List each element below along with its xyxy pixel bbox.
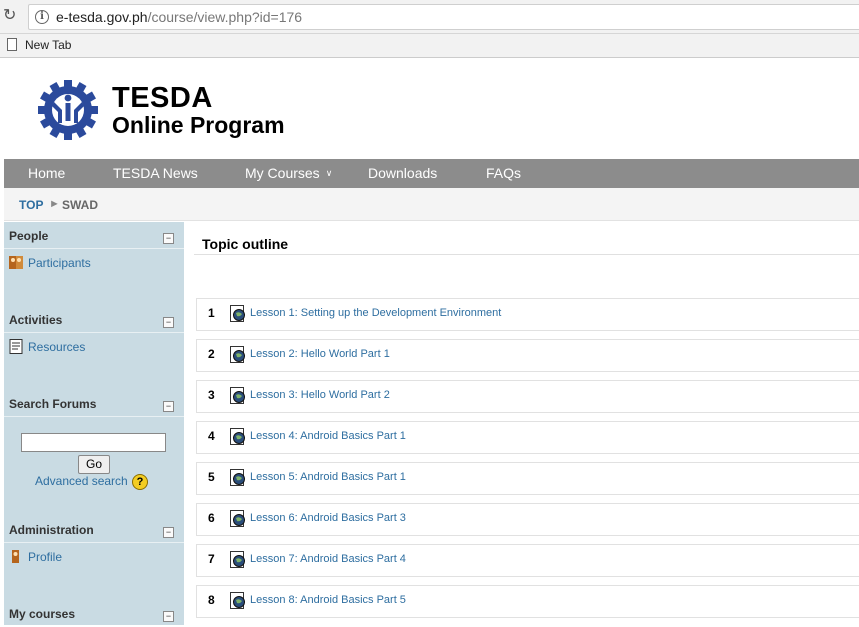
lesson-link[interactable]: Lesson 7: Android Basics Part 4 (250, 553, 406, 565)
block-title-my-courses: My courses (9, 607, 76, 621)
lesson-row: 7 Lesson 7: Android Basics Part 4 (196, 544, 859, 577)
web-page-icon (230, 510, 246, 527)
divider (194, 254, 859, 255)
participants-icon (9, 256, 23, 269)
advanced-search-link[interactable]: Advanced search (35, 474, 128, 488)
block-title-people: People (9, 229, 49, 243)
search-forums-input[interactable] (21, 433, 166, 452)
page-icon (7, 38, 17, 51)
lesson-row: 8 Lesson 8: Android Basics Part 5 (196, 585, 859, 618)
block-title-admin: Administration (9, 523, 94, 537)
lesson-link[interactable]: Lesson 8: Android Basics Part 5 (250, 594, 406, 606)
block-administration: Administration − Profile (4, 516, 184, 600)
block-header: Activities − (4, 306, 184, 333)
profile-icon (12, 550, 19, 563)
web-page-icon (230, 551, 246, 568)
collapse-icon[interactable]: − (163, 611, 174, 622)
url-path: /course/view.php?id=176 (147, 9, 303, 25)
brand-title: TESDA (112, 82, 213, 114)
main-nav: Home TESDA News My Courses ∨ Downloads FA… (4, 159, 859, 188)
lesson-number: 3 (208, 388, 215, 402)
block-header: My courses − (4, 600, 184, 627)
url-host: e-tesda.gov.ph (56, 9, 148, 25)
lesson-link[interactable]: Lesson 3: Hello World Part 2 (250, 389, 390, 401)
block-header: Administration − (4, 516, 184, 543)
block-my-courses: My courses − (4, 600, 184, 625)
bookmark-new-tab[interactable]: New Tab (25, 38, 71, 52)
lesson-row: 1 Lesson 1: Setting up the Development En… (196, 298, 859, 331)
resources-icon (9, 339, 23, 354)
page-frame: TESDA Online Program Home TESDA News My … (4, 58, 859, 625)
lesson-number: 6 (208, 511, 215, 525)
lesson-link[interactable]: Lesson 4: Android Basics Part 1 (250, 430, 406, 442)
block-search-forums: Search Forums − Go Advanced search ? (4, 390, 184, 516)
site-info-icon[interactable]: i (35, 10, 49, 24)
web-page-icon (230, 428, 246, 445)
web-page-icon (230, 469, 246, 486)
block-title-search: Search Forums (9, 397, 97, 411)
web-page-icon (230, 305, 246, 322)
lesson-link[interactable]: Lesson 6: Android Basics Part 3 (250, 512, 406, 524)
chevron-down-icon: ∨ (325, 168, 333, 178)
nav-my-courses-label: My Courses (245, 165, 320, 181)
lesson-link[interactable]: Lesson 2: Hello World Part 1 (250, 348, 390, 360)
collapse-icon[interactable]: − (163, 527, 174, 538)
lesson-link[interactable]: Lesson 5: Android Basics Part 1 (250, 471, 406, 483)
participants-link[interactable]: Participants (28, 256, 91, 270)
block-activities: Activities − Resources (4, 306, 184, 390)
address-bar-area: ↻ i e-tesda.gov.ph/course/view.php?id=17… (0, 0, 859, 34)
collapse-icon[interactable]: − (163, 401, 174, 412)
lesson-row: 3 Lesson 3: Hello World Part 2 (196, 380, 859, 413)
go-button[interactable]: Go (78, 455, 110, 474)
page: TESDA Online Program Home TESDA News My … (0, 58, 859, 625)
breadcrumb: TOP ► SWAD (4, 188, 859, 221)
lesson-row: 6 Lesson 6: Android Basics Part 3 (196, 503, 859, 536)
url-text[interactable]: e-tesda.gov.ph/course/view.php?id=176 (56, 9, 302, 25)
nav-faqs[interactable]: FAQs (486, 165, 521, 181)
resources-link[interactable]: Resources (28, 340, 85, 354)
reload-icon[interactable]: ↻ (3, 8, 19, 24)
block-people: People − Participants (4, 222, 184, 306)
help-icon[interactable]: ? (132, 474, 148, 490)
lesson-row: 5 Lesson 5: Android Basics Part 1 (196, 462, 859, 495)
page-title: Topic outline (202, 236, 289, 252)
lesson-number: 1 (208, 306, 215, 320)
breadcrumb-top-link[interactable]: TOP (19, 198, 43, 212)
nav-home[interactable]: Home (28, 165, 65, 181)
nav-downloads[interactable]: Downloads (368, 165, 437, 181)
collapse-icon[interactable]: − (163, 233, 174, 244)
lesson-number: 5 (208, 470, 215, 484)
web-page-icon (230, 592, 246, 609)
lesson-row: 4 Lesson 4: Android Basics Part 1 (196, 421, 859, 454)
lesson-number: 8 (208, 593, 215, 607)
block-header: Search Forums − (4, 390, 184, 417)
profile-link[interactable]: Profile (28, 550, 62, 564)
lesson-number: 4 (208, 429, 215, 443)
brand-subtitle: Online Program (112, 112, 285, 138)
web-page-icon (230, 346, 246, 363)
nav-my-courses[interactable]: My Courses ∨ (245, 165, 332, 181)
lesson-link[interactable]: Lesson 1: Setting up the Development Env… (250, 307, 501, 319)
breadcrumb-current: SWAD (62, 198, 98, 212)
collapse-icon[interactable]: − (163, 317, 174, 328)
lesson-number: 7 (208, 552, 215, 566)
lesson-number: 2 (208, 347, 215, 361)
bookmarks-bar: New Tab (0, 34, 859, 58)
lesson-row: 2 Lesson 2: Hello World Part 1 (196, 339, 859, 372)
tesda-logo-icon[interactable] (34, 76, 102, 144)
block-title-activities: Activities (9, 313, 63, 327)
block-header: People − (4, 222, 184, 249)
omnibox[interactable]: i e-tesda.gov.ph/course/view.php?id=176 (28, 4, 859, 30)
breadcrumb-separator: ► (49, 198, 60, 210)
nav-tesda-news[interactable]: TESDA News (113, 165, 198, 181)
web-page-icon (230, 387, 246, 404)
